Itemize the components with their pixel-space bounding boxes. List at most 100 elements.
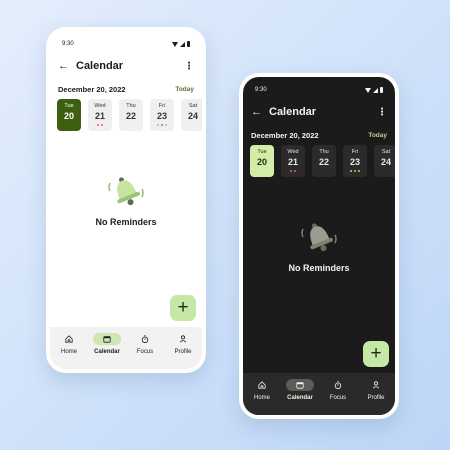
nav-item-home[interactable]: Home (243, 373, 281, 415)
nav-pill (286, 379, 314, 391)
event-dots (150, 124, 174, 126)
nav-pill (362, 379, 390, 391)
bottom-nav: Home Calendar Focus Profile (243, 373, 395, 415)
day-name: Tue (257, 149, 267, 155)
day-number: 20 (256, 157, 267, 167)
day-chip-tue[interactable]: Tue 20 (57, 99, 81, 131)
day-name: Sat (188, 103, 198, 109)
back-arrow-icon[interactable]: ← (251, 106, 265, 118)
event-dot (358, 170, 360, 172)
bottom-nav: Home Calendar Focus Profile (50, 327, 202, 369)
day-chip-tue[interactable]: Tue 20 (250, 145, 274, 177)
event-dots (88, 124, 112, 126)
day-chip-sat[interactable]: Sat 24 (181, 99, 202, 131)
nav-pill (93, 333, 121, 345)
empty-state-text: No Reminders (95, 217, 157, 227)
day-chip-fri[interactable]: Fri 23 (150, 99, 174, 131)
current-date-label: December 20, 2022 (58, 84, 126, 94)
status-icons (172, 41, 190, 47)
day-number: 24 (380, 157, 391, 167)
event-dot (157, 124, 159, 126)
event-dot (354, 170, 356, 172)
more-options-icon[interactable]: ⋮ (184, 61, 194, 72)
wifi-icon (172, 41, 178, 47)
status-bar: 9:30 (62, 41, 190, 51)
nav-label: Calendar (287, 395, 313, 401)
day-name: Sat (381, 149, 391, 155)
calendar-icon (103, 336, 111, 343)
home-icon (258, 381, 266, 389)
empty-state: No Reminders (243, 217, 395, 273)
nav-label: Calendar (94, 349, 120, 355)
more-options-icon[interactable]: ⋮ (377, 107, 387, 118)
event-dots (281, 170, 305, 172)
status-time: 9:30 (255, 87, 267, 93)
day-chip-fri[interactable]: Fri 23 (343, 145, 367, 177)
app-bar: ← Calendar ⋮ (251, 103, 387, 121)
page-title: Calendar (76, 60, 124, 72)
nav-label: Focus (136, 349, 154, 355)
day-name: Wed (287, 149, 299, 155)
nav-label: Home (60, 349, 77, 355)
timer-icon (141, 335, 149, 343)
day-number: 23 (349, 157, 360, 167)
empty-state: No Reminders (50, 171, 202, 227)
timer-icon (334, 381, 342, 389)
day-number: 21 (287, 157, 298, 167)
nav-pill (55, 333, 83, 345)
day-name: Fri (351, 149, 359, 155)
day-name: Thu (126, 103, 136, 109)
event-dot (290, 170, 292, 172)
status-bar: 9:30 (255, 87, 383, 97)
day-chip-sat[interactable]: Sat 24 (374, 145, 395, 177)
nav-pill (169, 333, 197, 345)
nav-item-calendar[interactable]: Calendar (281, 373, 319, 415)
wifi-icon (365, 87, 371, 93)
signal-icon (180, 41, 185, 47)
today-button[interactable]: Today (175, 86, 194, 93)
current-date-label: December 20, 2022 (251, 130, 319, 140)
event-dot (161, 124, 163, 126)
day-number: 24 (187, 111, 198, 121)
day-name: Tue (64, 103, 74, 109)
nav-pill (324, 379, 352, 391)
date-row: December 20, 2022 Today (58, 83, 194, 95)
person-icon (372, 381, 380, 389)
nav-item-calendar[interactable]: Calendar (88, 327, 126, 369)
empty-state-text: No Reminders (288, 263, 350, 273)
person-icon (179, 335, 187, 343)
battery-icon (187, 41, 190, 47)
home-icon (65, 335, 73, 343)
status-icons (365, 87, 383, 93)
day-name: Wed (94, 103, 106, 109)
day-chip-thu[interactable]: Thu 22 (119, 99, 143, 131)
day-name: Thu (319, 149, 329, 155)
day-chip-wed[interactable]: Wed 21 (88, 99, 112, 131)
nav-item-focus[interactable]: Focus (319, 373, 357, 415)
day-number: 22 (318, 157, 329, 167)
back-arrow-icon[interactable]: ← (58, 60, 72, 72)
nav-item-focus[interactable]: Focus (126, 327, 164, 369)
day-number: 21 (94, 111, 105, 121)
app-bar: ← Calendar ⋮ (58, 57, 194, 75)
event-dot (350, 170, 352, 172)
event-dot (101, 124, 103, 126)
add-reminder-button[interactable]: + (170, 295, 196, 321)
battery-icon (380, 87, 383, 93)
nav-item-home[interactable]: Home (50, 327, 88, 369)
add-reminder-button[interactable]: + (363, 341, 389, 367)
nav-label: Focus (329, 395, 347, 401)
date-row: December 20, 2022 Today (251, 129, 387, 141)
page-title: Calendar (269, 106, 317, 118)
bell-icon (108, 177, 144, 206)
day-chip-thu[interactable]: Thu 22 (312, 145, 336, 177)
day-number: 22 (125, 111, 136, 121)
event-dot (294, 170, 296, 172)
nav-item-profile[interactable]: Profile (164, 327, 202, 369)
nav-item-profile[interactable]: Profile (357, 373, 395, 415)
day-chip-wed[interactable]: Wed 21 (281, 145, 305, 177)
today-button[interactable]: Today (368, 132, 387, 139)
days-strip: Tue 20 Wed 21 Thu 22 Fri 23 Sat 24 (57, 99, 202, 131)
nav-label: Home (253, 395, 270, 401)
nav-label: Profile (367, 395, 385, 401)
